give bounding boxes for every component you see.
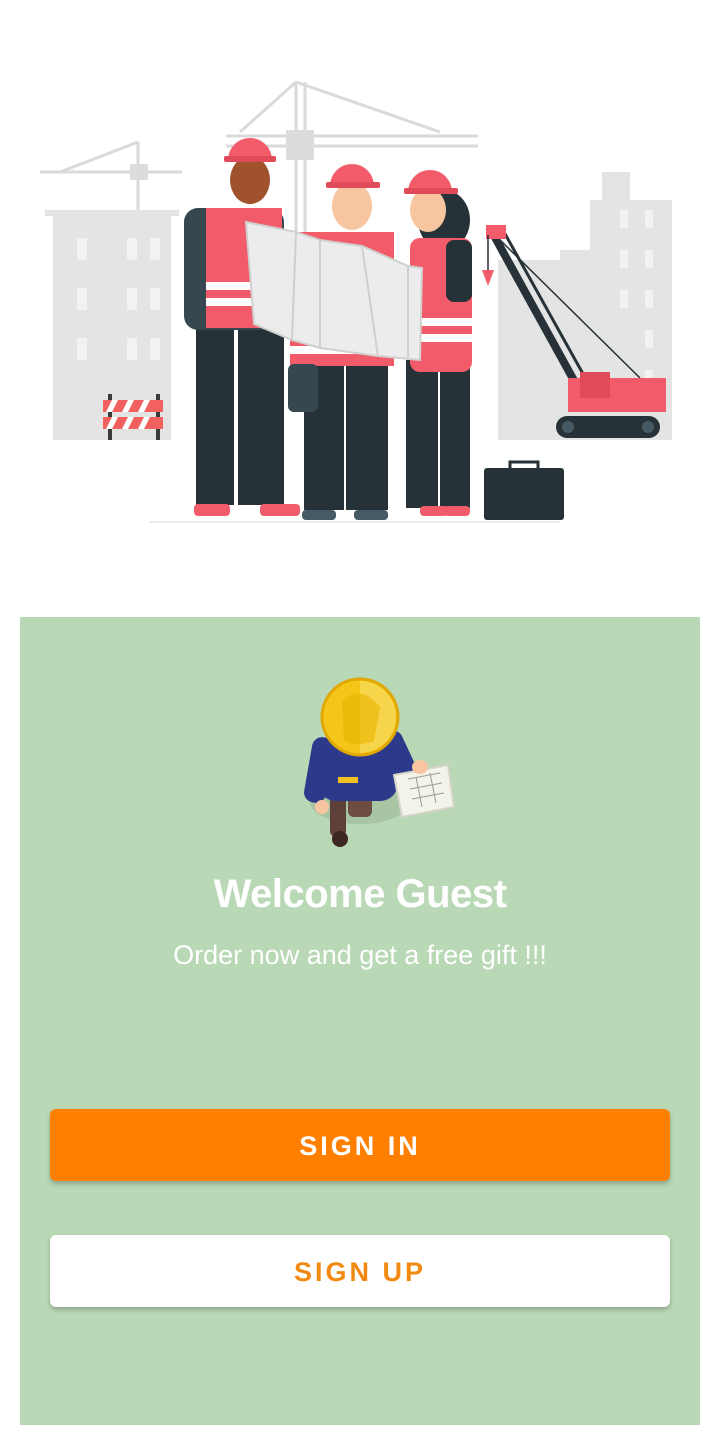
- hero-illustration: [0, 60, 720, 540]
- sign-in-button[interactable]: SIGN IN: [50, 1109, 670, 1181]
- sign-up-button[interactable]: SIGN UP: [50, 1235, 670, 1307]
- welcome-screen: Welcome Guest Order now and get a free g…: [0, 0, 720, 1437]
- worker-avatar-image: [290, 667, 460, 847]
- welcome-card: Welcome Guest Order now and get a free g…: [20, 617, 700, 1425]
- welcome-title: Welcome Guest: [213, 872, 507, 916]
- welcome-subtitle: Order now and get a free gift !!!: [173, 940, 547, 970]
